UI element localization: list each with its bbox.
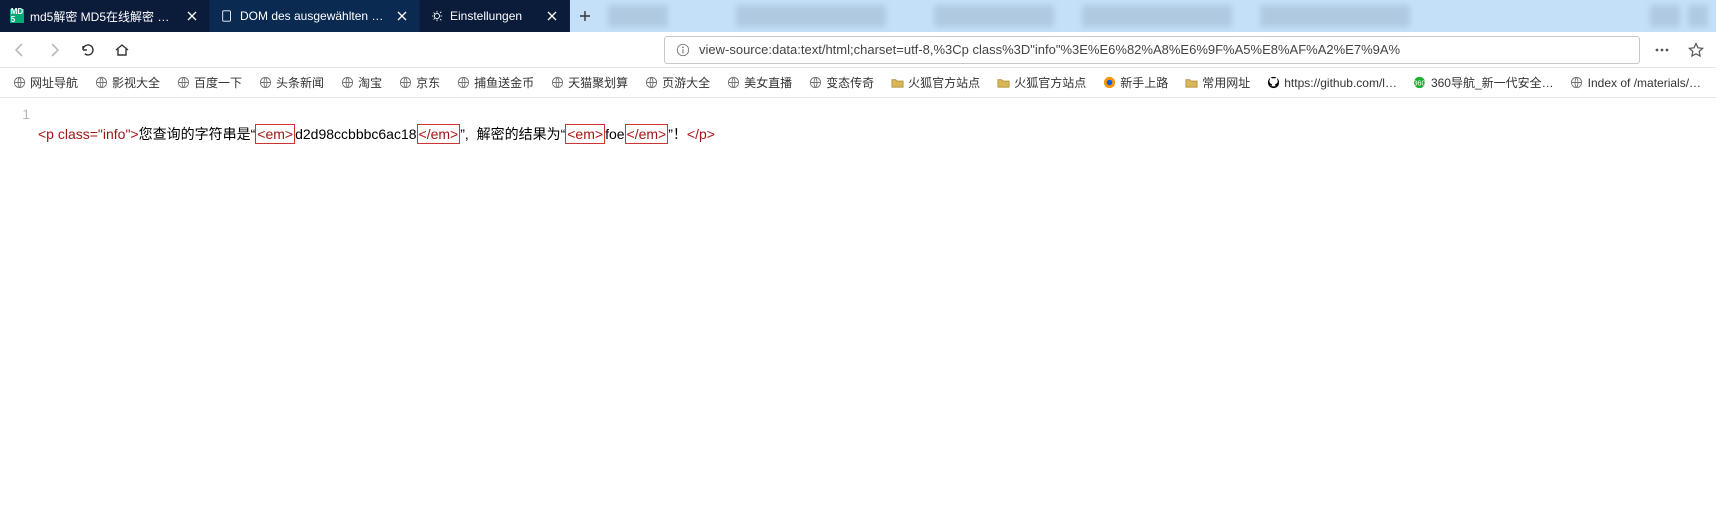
tab-dom-source[interactable]: DOM des ausgewählten Quellte (210, 0, 420, 32)
bookmark-item[interactable]: 火狐官方站点 (992, 72, 1090, 93)
tag-p-close: </p> (687, 126, 715, 142)
gear-icon (430, 9, 444, 23)
bookmark-item[interactable]: 天猫聚划算 (546, 72, 632, 93)
github-icon (1266, 76, 1280, 90)
close-icon[interactable] (545, 9, 559, 23)
close-icon[interactable] (395, 9, 409, 23)
svg-text:360: 360 (1414, 78, 1426, 87)
globe-icon (726, 76, 740, 90)
bookmark-label: 淘宝 (358, 74, 382, 91)
globe-icon (12, 76, 26, 90)
bookmark-label: 新手上路 (1120, 74, 1168, 91)
bookmark-item[interactable]: 捕鱼送金币 (452, 72, 538, 93)
globe-icon (176, 76, 190, 90)
tag-em-close: </em> (627, 126, 667, 142)
bookmark-item[interactable]: 京东 (394, 72, 444, 93)
bookmark-label: 页游大全 (662, 74, 710, 91)
bookmark-label: 变态传奇 (826, 74, 874, 91)
tab-strip: MD5 md5解密 MD5在线解密 破解 DOM des ausgewählte… (0, 0, 1716, 32)
tag-em-open: <em> (257, 126, 293, 142)
bookmark-item[interactable]: 火狐官方站点 (886, 72, 984, 93)
tag-em-close: </em> (419, 126, 459, 142)
tab-md5[interactable]: MD5 md5解密 MD5在线解密 破解 (0, 0, 210, 32)
folder-icon (890, 76, 904, 90)
bookmark-label: https://github.com/l… (1284, 76, 1397, 90)
fox-icon (1102, 76, 1116, 90)
background-window-tabs (600, 0, 1716, 32)
globe-icon (644, 76, 658, 90)
tag-p-open: <p class="info"> (38, 126, 139, 142)
folder-icon (1184, 76, 1198, 90)
address-bar[interactable]: view-source:data:text/html;charset=utf-8… (664, 36, 1640, 64)
bookmark-label: 影视大全 (112, 74, 160, 91)
bookmark-item[interactable]: 新手上路 (1098, 72, 1172, 93)
globe-icon (1570, 76, 1584, 90)
home-button[interactable] (110, 38, 134, 62)
bookmark-label: 常用网址 (1202, 74, 1250, 91)
bookmark-label: 天猫聚划算 (568, 74, 628, 91)
bookmark-label: 百度一下 (194, 74, 242, 91)
favicon-md5: MD5 (10, 9, 24, 23)
forward-button[interactable] (42, 38, 66, 62)
bookmark-item[interactable]: 360 360导航_新一代安全… (1409, 72, 1558, 93)
bookmark-label: 网址导航 (30, 74, 78, 91)
bookmark-label: 火狐官方站点 (1014, 74, 1086, 91)
bookmark-item[interactable]: Index of /materials/… (1566, 74, 1705, 92)
bookmark-item[interactable]: https://github.com/l… (1262, 74, 1401, 92)
tag-em-open: <em> (567, 126, 603, 142)
globe-icon (456, 76, 470, 90)
source-viewer: 1 <p class="info">您查询的字符串是“<em>d2d98ccbb… (0, 98, 1716, 170)
bookmark-label: 捕鱼送金币 (474, 74, 534, 91)
bookmark-item[interactable]: 页游大全 (640, 72, 714, 93)
nav-toolbar: view-source:data:text/html;charset=utf-8… (0, 32, 1716, 68)
page-actions-menu[interactable] (1650, 38, 1674, 62)
back-button[interactable] (8, 38, 32, 62)
globe-icon (258, 76, 272, 90)
folder-icon (996, 76, 1010, 90)
globe-icon (550, 76, 564, 90)
bookmark-label: Index of /materials/… (1588, 76, 1701, 90)
tab-settings[interactable]: Einstellungen (420, 0, 570, 32)
bookmark-item[interactable]: 百度一下 (172, 72, 246, 93)
globe-icon (808, 76, 822, 90)
reload-button[interactable] (76, 38, 100, 62)
bookmark-item[interactable]: 网址导航 (8, 72, 82, 93)
bookmark-item[interactable]: 变态传奇 (804, 72, 878, 93)
page-icon (220, 9, 234, 23)
source-code: <p class="info">您查询的字符串是“<em>d2d98ccbbbc… (38, 104, 715, 164)
bookmark-star-icon[interactable] (1684, 38, 1708, 62)
line-number: 1 (10, 104, 38, 124)
bookmark-item[interactable]: 淘宝 (336, 72, 386, 93)
globe-icon (94, 76, 108, 90)
url-text: view-source:data:text/html;charset=utf-8… (699, 42, 1629, 57)
bookmark-label: 京东 (416, 74, 440, 91)
bookmark-item[interactable]: 美女直播 (722, 72, 796, 93)
site-info-icon[interactable] (675, 42, 691, 58)
tab-title: md5解密 MD5在线解密 破解 (30, 8, 179, 25)
nav360-icon: 360 (1413, 76, 1427, 90)
bookmark-label: 火狐官方站点 (908, 74, 980, 91)
new-tab-button[interactable] (570, 0, 600, 32)
bookmark-item[interactable]: 常用网址 (1180, 72, 1254, 93)
bookmark-item[interactable]: 头条新闻 (254, 72, 328, 93)
source-line[interactable]: 1 <p class="info">您查询的字符串是“<em>d2d98ccbb… (10, 104, 1706, 164)
bookmark-label: 头条新闻 (276, 74, 324, 91)
bookmark-item[interactable]: 影视大全 (90, 72, 164, 93)
tab-title: DOM des ausgewählten Quellte (240, 9, 389, 23)
globe-icon (340, 76, 354, 90)
bookmarks-bar: 网址导航 影视大全 百度一下 头条新闻 淘宝 京东 捕鱼送金币 天猫聚划算 页游大全 美女直播 变态… (0, 68, 1716, 98)
bookmark-label: 美女直播 (744, 74, 792, 91)
tab-title: Einstellungen (450, 9, 539, 23)
bookmark-label: 360导航_新一代安全… (1431, 74, 1554, 91)
close-icon[interactable] (185, 9, 199, 23)
globe-icon (398, 76, 412, 90)
